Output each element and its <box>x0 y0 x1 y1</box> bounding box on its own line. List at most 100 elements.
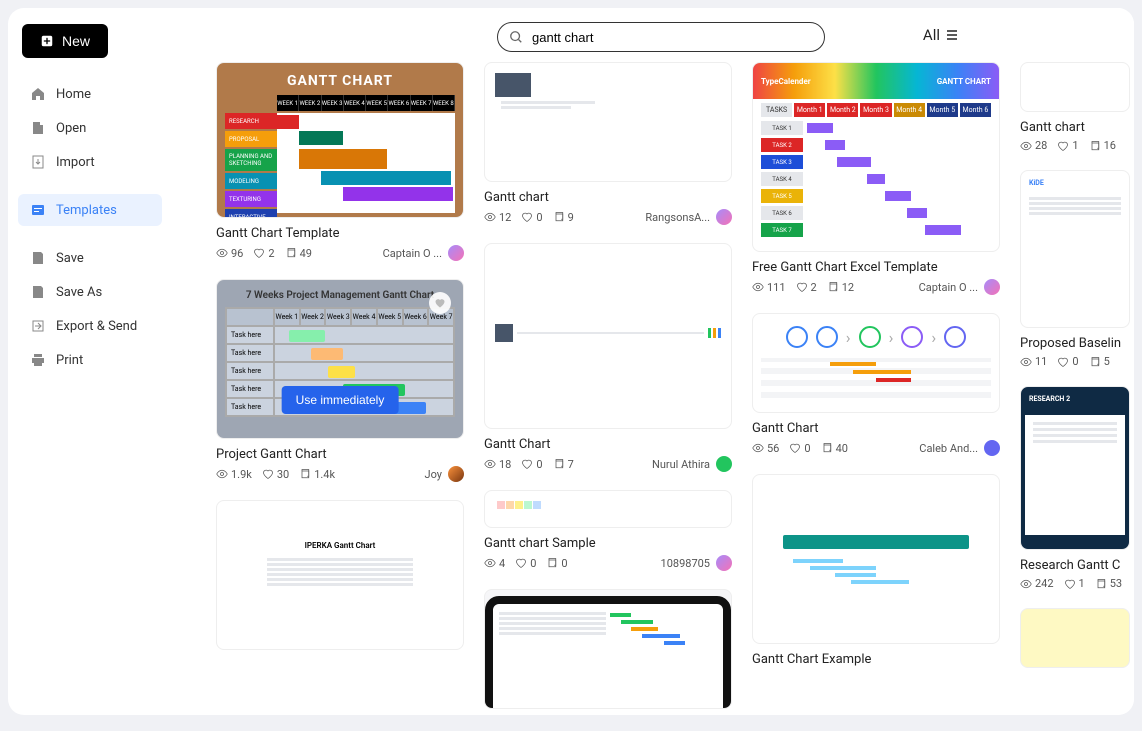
template-card[interactable]: Gantt chart 12 0 9 RangsonsA... <box>484 62 732 225</box>
new-button-label: New <box>62 33 90 49</box>
template-card[interactable]: Gantt Chart Example <box>752 474 1000 667</box>
favorite-button[interactable] <box>429 292 451 314</box>
card-author: Caleb And... <box>919 440 1000 456</box>
card-title: Free Gantt Chart Excel Template <box>752 260 1000 275</box>
template-thumbnail <box>1020 608 1130 668</box>
template-card[interactable]: TypeCalenderGANTT CHART TASKS Month 1 Mo… <box>752 62 1000 295</box>
nav-import[interactable]: Import <box>18 146 162 178</box>
views-stat: 242 <box>1020 577 1054 590</box>
likes-stat: 1 <box>1064 577 1085 590</box>
likes-stat: 0 <box>521 211 542 224</box>
template-thumbnail: IPERKA Gantt Chart <box>216 500 464 650</box>
template-thumbnail: 7 Weeks Project Management Gantt Chart W… <box>216 279 464 439</box>
sidebar: New Home Open Import Templates <box>8 8 172 715</box>
nav-list: Home Open Import Templates Save <box>18 78 162 376</box>
template-card[interactable]: Gantt Chart 18 0 7 Nurul Athira <box>484 243 732 472</box>
views-stat: 96 <box>216 247 243 260</box>
template-card[interactable]: IPERKA Gantt Chart <box>216 500 464 650</box>
template-thumbnail <box>484 243 732 429</box>
avatar <box>984 440 1000 456</box>
copies-stat: 12 <box>827 281 854 294</box>
card-title: Research Gantt C <box>1020 558 1130 573</box>
card-author: RangsonsA... <box>645 209 732 225</box>
copies-stat: 49 <box>285 247 312 260</box>
nav-print[interactable]: Print <box>18 344 162 376</box>
nav-open[interactable]: Open <box>18 112 162 144</box>
plus-icon <box>40 34 54 48</box>
template-thumbnail: RESEARCH 2 <box>1020 386 1130 550</box>
likes-stat: 0 <box>789 442 810 455</box>
nav-label: Export & Send <box>56 319 137 334</box>
likes-stat: 0 <box>1057 355 1078 368</box>
likes-stat: 2 <box>796 281 817 294</box>
template-card[interactable]: 7 Weeks Project Management Gantt Chart W… <box>216 279 464 482</box>
card-author: Nurul Athira <box>652 456 732 472</box>
copies-stat: 5 <box>1089 355 1110 368</box>
card-author: Captain O ... <box>383 245 464 261</box>
template-card[interactable]: Gantt chart Sample 4 0 0 10898705 <box>484 490 732 571</box>
new-button[interactable]: New <box>22 24 108 58</box>
card-title: Gantt Chart Example <box>752 652 1000 667</box>
views-stat: 111 <box>752 281 786 294</box>
filter-dropdown[interactable]: All <box>923 26 960 44</box>
copies-stat: 16 <box>1089 139 1116 152</box>
likes-stat: 1 <box>1057 139 1078 152</box>
card-title: Gantt Chart Template <box>216 226 464 241</box>
template-card[interactable]: › › › <box>752 313 1000 456</box>
nav-label: Print <box>56 353 83 368</box>
nav-export[interactable]: Export & Send <box>18 310 162 342</box>
template-card[interactable]: RESEARCH 2 Research Gantt C 242 1 53 <box>1020 386 1130 590</box>
search-input[interactable] <box>497 22 825 52</box>
avatar <box>716 555 732 571</box>
copies-stat: 0 <box>546 557 567 570</box>
search-wrap <box>497 22 825 52</box>
card-author: 10898705 <box>661 555 732 571</box>
views-stat: 28 <box>1020 139 1047 152</box>
nav-label: Home <box>56 87 91 102</box>
filter-label: All <box>923 26 940 44</box>
save-icon <box>30 250 46 266</box>
template-thumbnail: GANTT CHART WEEK 1 WEEK 2 WEEK 3 WEEK 4 … <box>216 62 464 218</box>
template-card[interactable]: Gantt chart 28 1 16 <box>1020 62 1130 152</box>
views-stat: 56 <box>752 442 779 455</box>
file-icon <box>30 120 46 136</box>
home-icon <box>30 86 46 102</box>
nav-home[interactable]: Home <box>18 78 162 110</box>
search-icon <box>509 30 523 44</box>
views-stat: 4 <box>484 557 505 570</box>
topbar: All <box>172 8 1134 62</box>
likes-stat: 2 <box>253 247 274 260</box>
views-stat: 18 <box>484 458 511 471</box>
nav-label: Save <box>56 251 84 266</box>
avatar <box>984 279 1000 295</box>
template-card[interactable] <box>1020 608 1130 668</box>
template-card[interactable]: KiDE Proposed Baselin 11 0 5 <box>1020 170 1130 368</box>
template-thumbnail: › › › <box>752 313 1000 413</box>
avatar <box>448 245 464 261</box>
copies-stat: 9 <box>553 211 574 224</box>
card-title: Gantt chart <box>484 190 732 205</box>
card-title: Project Gantt Chart <box>216 447 464 462</box>
copies-stat: 1.4k <box>299 468 335 481</box>
likes-stat: 0 <box>515 557 536 570</box>
card-author: Captain O ... <box>919 279 1000 295</box>
templates-icon <box>30 202 46 218</box>
copies-stat: 7 <box>553 458 574 471</box>
template-grid: GANTT CHART WEEK 1 WEEK 2 WEEK 3 WEEK 4 … <box>172 62 1134 715</box>
template-thumbnail <box>1020 62 1130 112</box>
template-card[interactable] <box>484 589 732 709</box>
main-content: All GANTT CHART WEEK 1 WE <box>172 8 1134 715</box>
card-title: Proposed Baselin <box>1020 336 1130 351</box>
nav-templates[interactable]: Templates <box>18 194 162 226</box>
nav-save[interactable]: Save <box>18 242 162 274</box>
avatar <box>716 209 732 225</box>
use-immediately-button[interactable]: Use immediately <box>282 386 399 414</box>
nav-save-as[interactable]: Save As <box>18 276 162 308</box>
template-card[interactable]: GANTT CHART WEEK 1 WEEK 2 WEEK 3 WEEK 4 … <box>216 62 464 261</box>
export-icon <box>30 318 46 334</box>
nav-label: Save As <box>56 285 102 300</box>
card-title: Gantt chart Sample <box>484 536 732 551</box>
copies-stat: 53 <box>1095 577 1122 590</box>
template-thumbnail: KiDE <box>1020 170 1130 328</box>
likes-stat: 30 <box>262 468 289 481</box>
